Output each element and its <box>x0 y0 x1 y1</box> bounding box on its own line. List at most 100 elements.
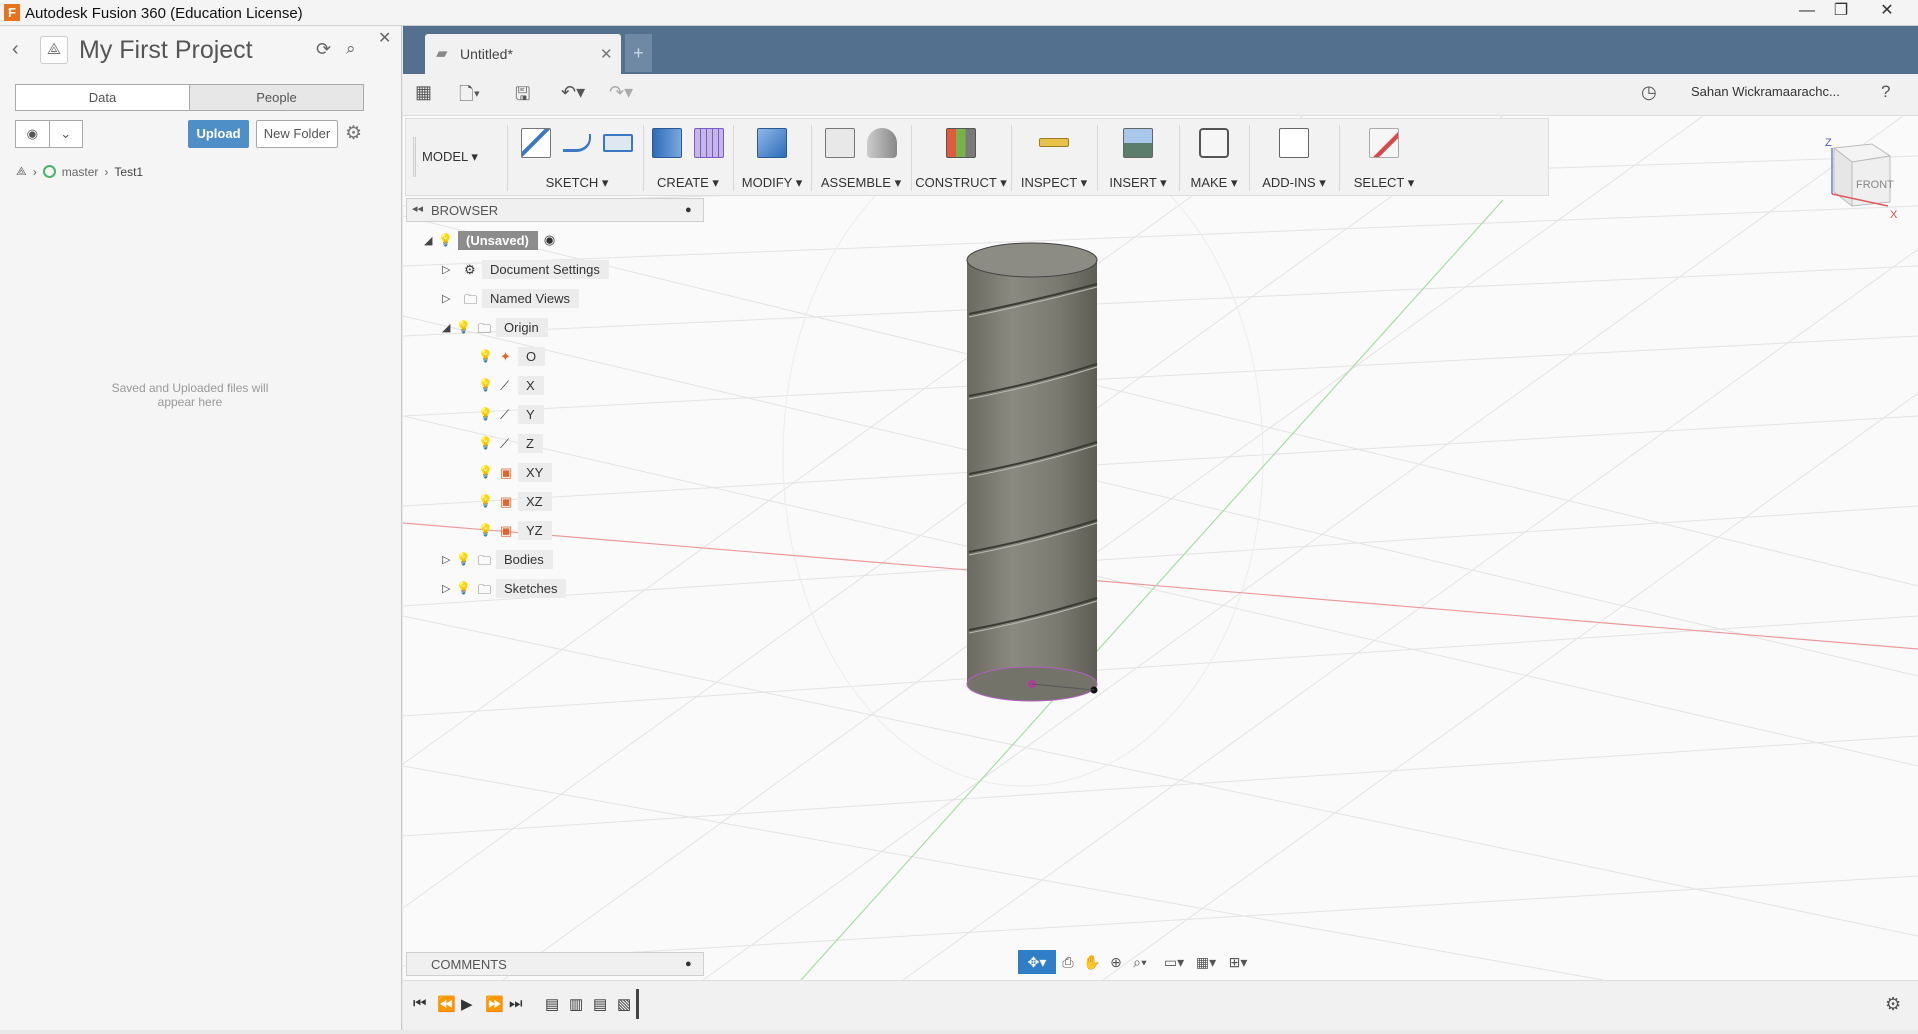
modify-group[interactable]: MODIFY ▾ <box>736 119 808 197</box>
inspect-menu[interactable]: INSPECT ▾ <box>1014 175 1094 191</box>
visibility-bulb-icon[interactable]: 💡 <box>478 436 493 450</box>
collapse-triangle-icon[interactable]: ◢ <box>424 234 438 247</box>
step-forward-icon[interactable]: ⏩ <box>485 995 504 1013</box>
press-pull-icon[interactable] <box>757 128 787 158</box>
visibility-bulb-icon[interactable]: 💡 <box>478 407 493 421</box>
expand-triangle-icon[interactable]: ▷ <box>442 292 456 305</box>
restore-button[interactable]: ❐ <box>1826 0 1856 22</box>
expand-triangle-icon[interactable]: ▷ <box>442 263 456 276</box>
modify-menu[interactable]: MODIFY ▾ <box>736 175 808 191</box>
tree-root[interactable]: ◢ 💡 (Unsaved) ◉ <box>424 228 555 252</box>
visibility-bulb-icon[interactable]: 💡 <box>478 523 493 537</box>
tree-item-x-axis[interactable]: 💡 ⟋ X <box>478 373 544 397</box>
sketch-menu[interactable]: SKETCH ▾ <box>514 175 640 191</box>
hub-icon[interactable]: ⟁ <box>16 164 27 179</box>
timeline-coil-feature-icon[interactable]: ▧ <box>617 995 631 1013</box>
orbit-icon[interactable]: ✥▾ <box>1018 950 1056 974</box>
measure-icon[interactable] <box>1039 138 1069 147</box>
refresh-icon[interactable]: ⟳ <box>316 39 331 60</box>
visibility-bulb-icon[interactable]: 💡 <box>478 378 493 392</box>
zoom-icon[interactable]: ⊕ <box>1104 950 1128 974</box>
create-menu[interactable]: CREATE ▾ <box>646 175 730 191</box>
root-component-label[interactable]: (Unsaved) <box>458 230 538 250</box>
construct-group[interactable]: CONSTRUCT ▾ <box>914 119 1008 197</box>
3d-canvas[interactable] <box>403 116 1918 980</box>
new-tab-button[interactable]: + <box>625 34 652 72</box>
insert-image-icon[interactable] <box>1123 128 1153 158</box>
tree-item-bodies[interactable]: ▷ 💡 🗀 Bodies <box>442 547 553 571</box>
collapse-triangle-icon[interactable]: ◢ <box>442 321 456 334</box>
select-group[interactable]: SELECT ▾ <box>1342 119 1426 197</box>
assemble-menu[interactable]: ASSEMBLE ▾ <box>814 175 908 191</box>
tab-people[interactable]: People <box>189 85 363 110</box>
grid-settings-icon[interactable]: ▦▾ <box>1194 950 1218 974</box>
upload-button[interactable]: Upload <box>188 120 249 148</box>
joint-icon[interactable] <box>867 128 897 158</box>
sketch-group[interactable]: SKETCH ▾ <box>514 119 640 197</box>
tree-item-z-axis[interactable]: 💡 ⟋ Z <box>478 431 543 455</box>
close-window-button[interactable]: ✕ <box>1872 0 1902 22</box>
insert-menu[interactable]: INSERT ▾ <box>1100 175 1176 191</box>
pin-icon[interactable]: ● <box>685 204 692 216</box>
visibility-bulb-icon[interactable]: 💡 <box>478 349 493 363</box>
offset-plane-icon[interactable] <box>946 128 976 158</box>
comments-panel-header[interactable]: COMMENTS ● <box>406 952 704 976</box>
expand-triangle-icon[interactable]: ▷ <box>442 582 456 595</box>
go-to-end-icon[interactable]: ⏭ <box>509 995 523 1012</box>
select-arrow-icon[interactable] <box>1369 128 1399 158</box>
breadcrumb-folder[interactable]: Test1 <box>114 165 143 179</box>
assemble-group[interactable]: ASSEMBLE ▾ <box>814 119 908 197</box>
tree-item-named-views[interactable]: ▷ 🗀 Named Views <box>442 286 579 310</box>
timeline-extrude-feature-icon[interactable]: ▥ <box>569 995 583 1013</box>
view-mode-toggle[interactable]: ◉ ⌄ <box>15 120 83 148</box>
timeline-sketch-feature-icon[interactable]: ▤ <box>545 995 559 1013</box>
fit-icon[interactable]: ⌕▾ <box>1128 950 1152 974</box>
tree-item-xz-plane[interactable]: 💡 ▣ XZ <box>478 489 552 513</box>
chevron-down-icon[interactable]: ⌄ <box>48 121 83 147</box>
timeline-marker[interactable] <box>636 989 639 1019</box>
tree-item-y-axis[interactable]: 💡 ⟋ Y <box>478 402 544 426</box>
breadcrumb-branch[interactable]: master <box>62 165 99 179</box>
user-account-menu[interactable]: Sahan Wickramaarachc... <box>1691 84 1840 99</box>
gear-icon[interactable]: ⚙ <box>345 122 362 145</box>
undo-icon[interactable]: ↶▾ <box>561 82 585 103</box>
job-status-icon[interactable]: ◷ <box>1641 82 1657 103</box>
visibility-bulb-icon[interactable]: 💡 <box>456 320 471 334</box>
grid-menu-icon[interactable]: ▦ <box>415 82 432 103</box>
tab-data[interactable]: Data <box>16 85 189 110</box>
timeline-settings-gear-icon[interactable]: ⚙ <box>1885 994 1901 1015</box>
step-back-icon[interactable]: ⏪ <box>437 995 456 1013</box>
redo-icon[interactable]: ↷▾ <box>609 82 633 103</box>
new-folder-button[interactable]: New Folder <box>256 120 338 148</box>
view-cube[interactable]: FRONT Z X <box>1818 134 1898 224</box>
play-icon[interactable]: ▶ <box>461 995 473 1013</box>
create-group[interactable]: CREATE ▾ <box>646 119 730 197</box>
new-component-icon[interactable] <box>825 128 855 158</box>
make-menu[interactable]: MAKE ▾ <box>1182 175 1246 191</box>
tree-item-yz-plane[interactable]: 💡 ▣ YZ <box>478 518 552 542</box>
3d-print-icon[interactable] <box>1199 128 1229 158</box>
scripts-addins-icon[interactable] <box>1279 128 1309 158</box>
form-icon[interactable] <box>694 128 724 158</box>
expand-triangle-icon[interactable]: ▷ <box>442 553 456 566</box>
visibility-bulb-icon[interactable]: 💡 <box>478 465 493 479</box>
line-tool-icon[interactable] <box>563 134 591 152</box>
tree-item-origin[interactable]: ◢ 💡 🗀 Origin <box>442 315 548 339</box>
collapse-browser-icon[interactable]: ◂◂ <box>412 202 423 215</box>
activate-radio-icon[interactable]: ◉ <box>544 232 555 248</box>
minimize-button[interactable]: — <box>1792 0 1822 22</box>
close-panel-icon[interactable]: ✕ <box>378 28 391 48</box>
select-menu[interactable]: SELECT ▾ <box>1342 175 1426 191</box>
go-to-start-icon[interactable]: ⏮ <box>413 995 427 1012</box>
tree-item-sketches[interactable]: ▷ 💡 🗀 Sketches <box>442 576 567 600</box>
inspect-group[interactable]: INSPECT ▾ <box>1014 119 1094 197</box>
tree-item-origin-point[interactable]: 💡 ✦ O <box>478 344 546 368</box>
workspace-switcher[interactable]: MODEL ▾ <box>422 149 478 165</box>
rectangle-tool-icon[interactable] <box>603 134 633 152</box>
save-icon[interactable]: 🖫 <box>515 82 530 112</box>
pan-icon[interactable]: ✋ <box>1080 950 1104 974</box>
viewports-icon[interactable]: ⊞▾ <box>1226 950 1250 974</box>
visibility-bulb-icon[interactable]: 💡 <box>438 233 453 247</box>
back-arrow-icon[interactable]: ‹ <box>12 38 19 61</box>
display-settings-icon[interactable]: ▭▾ <box>1162 950 1186 974</box>
